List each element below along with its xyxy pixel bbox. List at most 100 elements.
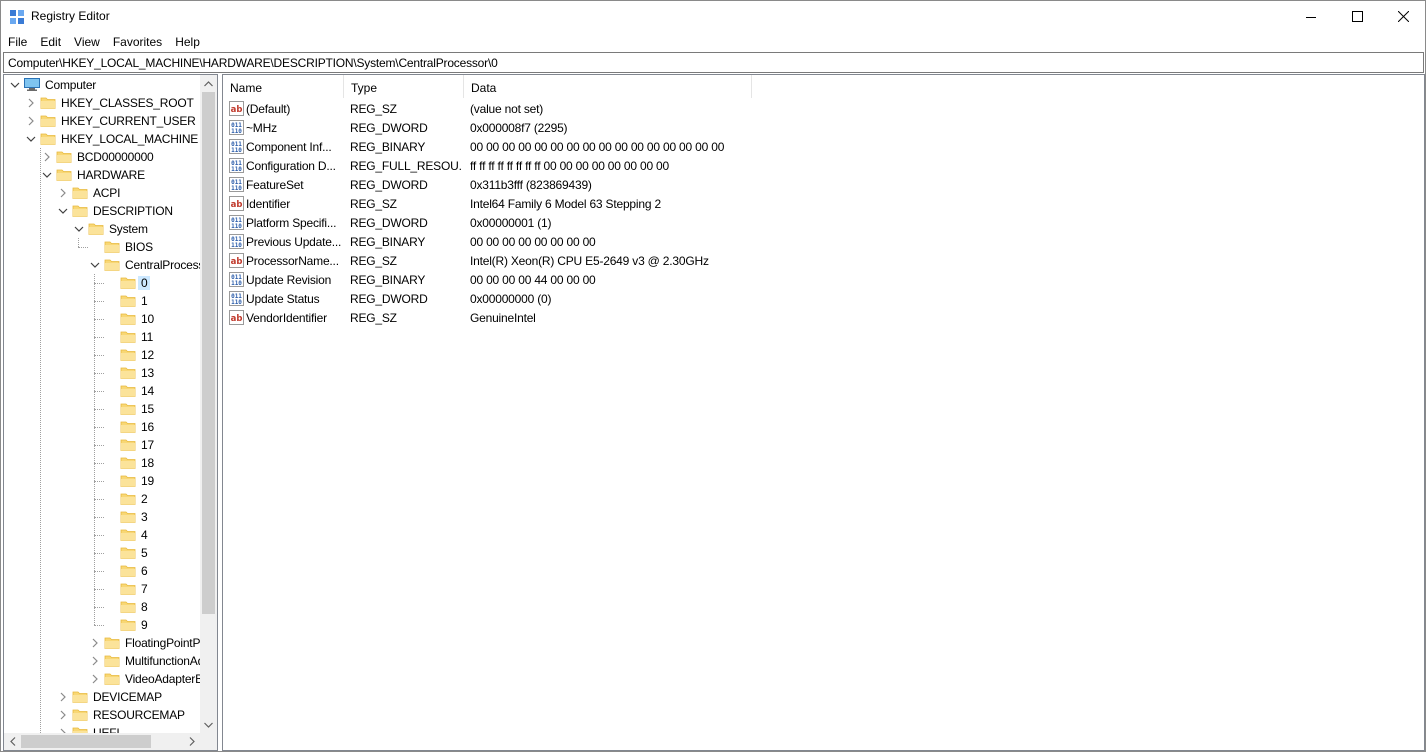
tree-item[interactable]: 0 [4, 274, 200, 292]
tree-item[interactable]: FloatingPointProcessor [4, 634, 200, 652]
tree-item[interactable]: 6 [4, 562, 200, 580]
tree-item[interactable]: System [4, 220, 200, 238]
address-path[interactable]: Computer\HKEY_LOCAL_MACHINE\HARDWARE\DES… [8, 56, 498, 70]
folder-icon [72, 187, 88, 199]
close-button[interactable] [1380, 1, 1426, 32]
tree-vertical-scrollbar[interactable] [200, 75, 217, 733]
value-row[interactable]: 011 110 Previous Update... REG_BINARY 00 00 … [223, 232, 1023, 251]
tree-item-label: HKEY_CLASSES_ROOT [61, 96, 194, 110]
value-row[interactable]: 011 110 Platform Specifi... REG_DWORD 0x0000… [223, 213, 1023, 232]
value-row[interactable]: ab (Default) REG_SZ (value not set) [223, 99, 1023, 118]
menu-view[interactable]: View [67, 32, 106, 51]
value-row[interactable]: 011 110 Update Revision REG_BINARY 00 00 00 … [223, 270, 1023, 289]
binary-value-icon: 011110 [229, 215, 244, 230]
chevron-right-icon[interactable] [58, 188, 68, 198]
tree-item[interactable]: Computer [4, 76, 200, 94]
tree-item[interactable]: 5 [4, 544, 200, 562]
column-header-name[interactable]: Name [223, 75, 344, 98]
chevron-down-icon[interactable] [10, 80, 20, 90]
tree-item[interactable]: UEFI [4, 724, 200, 733]
column-header-data[interactable]: Data [464, 75, 752, 98]
tree-horizontal-scrollbar[interactable] [4, 733, 200, 750]
scroll-up-button[interactable] [200, 75, 217, 92]
menu-favorites[interactable]: Favorites [106, 32, 168, 51]
chevron-down-icon[interactable] [42, 170, 52, 180]
chevron-down-icon[interactable] [58, 206, 68, 216]
tree-item[interactable]: HKEY_CURRENT_USER [4, 112, 200, 130]
tree-item[interactable]: 3 [4, 508, 200, 526]
tree-item[interactable]: CentralProcessor [4, 256, 200, 274]
tree-item[interactable]: 18 [4, 454, 200, 472]
tree-item[interactable]: HKEY_LOCAL_MACHINE [4, 130, 200, 148]
tree-item[interactable]: BCD00000000 [4, 148, 200, 166]
tree-item-label: HKEY_LOCAL_MACHINE [61, 132, 199, 146]
tree-item[interactable]: HKEY_CLASSES_ROOT [4, 94, 200, 112]
column-header-type[interactable]: Type [344, 75, 464, 98]
tree-item[interactable]: 16 [4, 418, 200, 436]
tree-item[interactable]: ACPI [4, 184, 200, 202]
value-row[interactable]: 011 110 Component Inf... REG_BINARY 00 00 00… [223, 137, 1023, 156]
tree-item[interactable]: 19 [4, 472, 200, 490]
menu-file[interactable]: File [1, 32, 33, 51]
tree-item[interactable]: 17 [4, 436, 200, 454]
tree-item[interactable]: 12 [4, 346, 200, 364]
tree-item[interactable]: VideoAdapterBusses [4, 670, 200, 688]
tree-horizontal-scroll-thumb[interactable] [21, 735, 151, 748]
value-row[interactable]: 011 110 Configuration D... REG_FULL_RESOU..… [223, 156, 1023, 175]
tree-item[interactable]: 1 [4, 292, 200, 310]
tree-item[interactable]: 9 [4, 616, 200, 634]
tree-vertical-scroll-thumb[interactable] [202, 92, 215, 614]
folder-icon [40, 133, 56, 145]
tree-item[interactable]: 4 [4, 526, 200, 544]
chevron-up-icon [204, 80, 213, 86]
chevron-right-icon[interactable] [90, 656, 100, 666]
chevron-right-icon[interactable] [90, 638, 100, 648]
tree-item[interactable]: 10 [4, 310, 200, 328]
tree-item[interactable]: BIOS [4, 238, 200, 256]
key-tree-pane: Computer HKEY_CLASSES_ROOT HKEY_CURRENT_US… [3, 74, 218, 751]
value-row[interactable]: 011 110 Update Status REG_DWORD 0x00000000 (… [223, 289, 1023, 308]
menu-help[interactable]: Help [168, 32, 206, 51]
value-row[interactable]: ab VendorIdentifier REG_SZ GenuineIntel [223, 308, 1023, 327]
tree-item[interactable]: 14 [4, 382, 200, 400]
chevron-right-icon[interactable] [58, 710, 68, 720]
value-row[interactable]: 011 110 FeatureSet REG_DWORD 0x311b3fff (823… [223, 175, 1023, 194]
chevron-down-icon[interactable] [26, 134, 36, 144]
tree-item[interactable]: 11 [4, 328, 200, 346]
value-data-cell: 00 00 00 00 44 00 00 00 [470, 273, 596, 287]
value-type-cell: REG_DWORD [350, 216, 428, 230]
tree-item[interactable]: MultifunctionAdapter [4, 652, 200, 670]
tree-item[interactable]: 2 [4, 490, 200, 508]
chevron-down-icon[interactable] [74, 224, 84, 234]
value-row[interactable]: ab ProcessorName... REG_SZ Intel(R) Xeon(R)… [223, 251, 1023, 270]
value-name-cell: ProcessorName... [246, 254, 339, 268]
chevron-right-icon[interactable] [26, 116, 36, 126]
maximize-button[interactable] [1334, 1, 1380, 32]
chevron-right-icon[interactable] [58, 692, 68, 702]
chevron-right-icon[interactable] [42, 152, 52, 162]
value-row[interactable]: ab Identifier REG_SZ Intel64 Family 6 Model… [223, 194, 1023, 213]
tree-item[interactable]: RESOURCEMAP [4, 706, 200, 724]
scroll-down-button[interactable] [200, 716, 217, 733]
chevron-down-icon[interactable] [90, 260, 100, 270]
title-bar[interactable]: Registry Editor [1, 1, 1425, 32]
tree-item[interactable]: DESCRIPTION [4, 202, 200, 220]
tree-item[interactable]: HARDWARE [4, 166, 200, 184]
value-row[interactable]: 011 110 ~MHz REG_DWORD 0x000008f7 (2295) [223, 118, 1023, 137]
scroll-left-button[interactable] [4, 733, 21, 750]
chevron-right-icon[interactable] [26, 98, 36, 108]
scroll-right-button[interactable] [183, 733, 200, 750]
key-tree: Computer HKEY_CLASSES_ROOT HKEY_CURRENT_US… [4, 75, 200, 733]
tree-item-label: 8 [141, 600, 148, 614]
tree-item[interactable]: DEVICEMAP [4, 688, 200, 706]
tree-item[interactable]: 7 [4, 580, 200, 598]
tree-item[interactable]: 8 [4, 598, 200, 616]
folder-icon [120, 295, 136, 307]
address-bar[interactable]: Computer\HKEY_LOCAL_MACHINE\HARDWARE\DES… [3, 52, 1424, 73]
menu-edit[interactable]: Edit [33, 32, 67, 51]
folder-icon [120, 331, 136, 343]
chevron-right-icon[interactable] [90, 674, 100, 684]
tree-item[interactable]: 15 [4, 400, 200, 418]
tree-item[interactable]: 13 [4, 364, 200, 382]
minimize-button[interactable] [1288, 1, 1334, 32]
